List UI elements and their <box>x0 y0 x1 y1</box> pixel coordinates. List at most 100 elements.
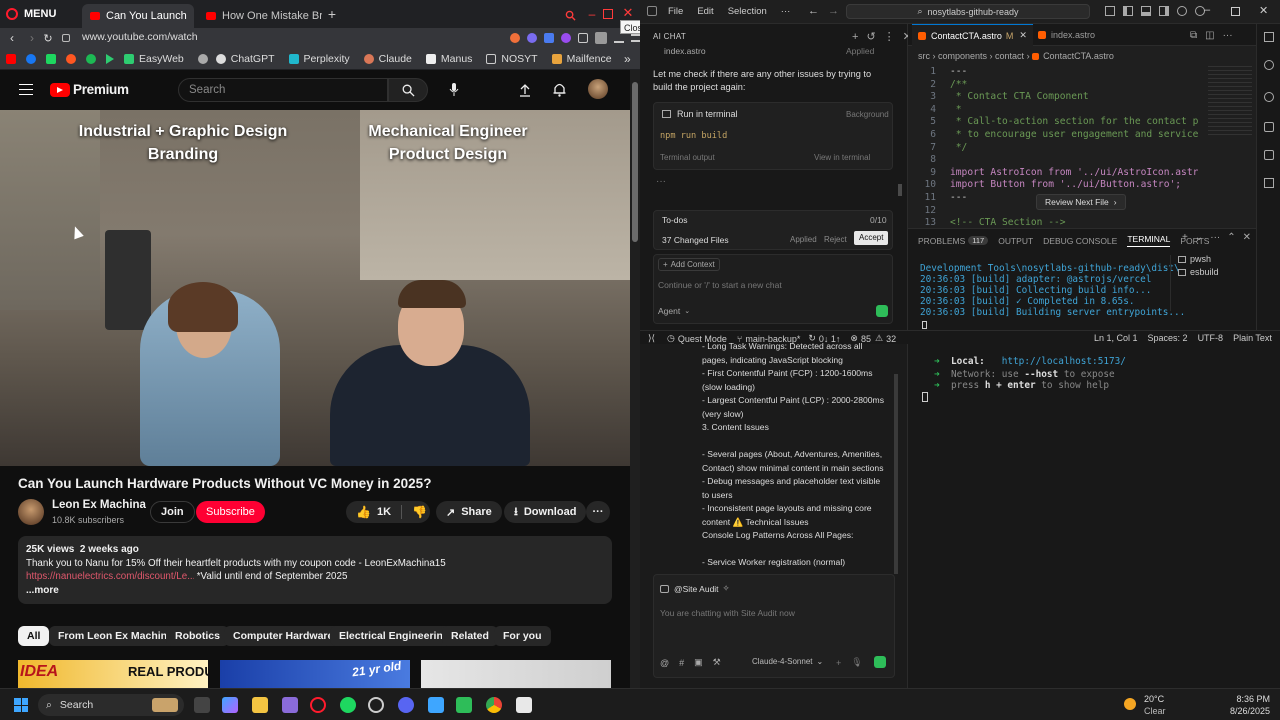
back-icon[interactable]: ‹ <box>6 31 18 45</box>
task-view-icon[interactable] <box>194 697 210 713</box>
chip-all[interactable]: All <box>18 626 50 646</box>
file-explorer-icon[interactable] <box>252 697 268 713</box>
nav-forward-icon[interactable]: → <box>828 5 839 17</box>
search-button[interactable] <box>388 78 428 102</box>
toggle-panel-icon[interactable] <box>1141 6 1151 16</box>
model-select[interactable]: Claude-4-Sonnet ⌄ <box>752 657 823 666</box>
more-actions-icon[interactable]: ··· <box>1223 30 1233 41</box>
more-icon[interactable]: ⋮ <box>884 30 895 43</box>
close-window-icon[interactable]: ✕ <box>622 5 634 20</box>
taskbar-search[interactable]: ⌕ Search <box>38 694 184 716</box>
new-terminal-icon[interactable]: + <box>1182 232 1188 243</box>
chip-computer-hardware[interactable]: Computer Hardware <box>224 626 343 646</box>
terminal-output-toggle[interactable]: Terminal output <box>660 153 715 162</box>
code-line[interactable]: 3 * Contact CTA Component <box>908 91 1088 104</box>
reload-icon[interactable]: ↻ <box>42 31 54 45</box>
review-next-file-button[interactable]: Review Next File › <box>1036 194 1126 210</box>
thumbnail-2[interactable]: 21 yr old <box>220 660 410 688</box>
download-button[interactable]: ⭳ Download <box>504 501 587 523</box>
code-line[interactable]: 7 */ <box>908 142 967 155</box>
reddit-bookmark-icon[interactable] <box>66 54 76 64</box>
tab-index[interactable]: index.astro <box>1032 24 1101 46</box>
todos-toggle[interactable]: To-dos <box>662 215 688 225</box>
view-in-terminal-link[interactable]: View in terminal <box>814 153 870 162</box>
explorer-icon[interactable] <box>1264 32 1274 42</box>
minimize-icon[interactable]: – <box>585 7 599 21</box>
layout-panel-icon[interactable] <box>1105 6 1115 16</box>
copilot-icon[interactable] <box>222 697 238 713</box>
clock-date[interactable]: 8/26/2025 <box>1208 706 1270 716</box>
code-line[interactable]: 9 import AstroIcon from '../ui/AstroIcon.… <box>908 167 1198 180</box>
indentation[interactable]: Spaces: 2 <box>1148 333 1188 343</box>
send-button[interactable] <box>876 305 888 317</box>
show-more-link[interactable]: ...more <box>26 585 59 596</box>
notepad-icon[interactable] <box>428 697 444 713</box>
chip-robotics[interactable]: Robotics <box>166 626 229 646</box>
extension-fox-icon[interactable] <box>510 33 520 43</box>
page-scrollbar[interactable] <box>630 70 640 688</box>
cursor-position[interactable]: Ln 1, Col 1 <box>1094 333 1138 343</box>
breadcrumb-components[interactable]: components <box>938 51 987 61</box>
minimap[interactable] <box>1208 66 1252 136</box>
app-ring-icon[interactable] <box>368 697 384 713</box>
terminal-dropdown-icon[interactable]: ⌄ <box>1195 232 1203 243</box>
mention-icon[interactable]: @ <box>660 658 669 668</box>
code-line[interactable]: 10 import Button from '../ui/Button.astro… <box>908 179 1181 192</box>
thumbs-down-icon[interactable]: 👎 <box>412 505 427 519</box>
code-line[interactable]: 8 <box>908 154 950 167</box>
window-maximize-icon[interactable] <box>1231 7 1240 16</box>
like-button[interactable]: 👍 1K <box>356 505 391 519</box>
tab-youtube-active[interactable]: Can You Launch Hard <box>82 4 194 28</box>
channel-name[interactable]: Leon Ex Machina <box>52 499 146 511</box>
search-input[interactable]: Search <box>178 78 388 102</box>
thumbnail-1[interactable]: IDEA REAL PRODUCT! <box>18 660 208 688</box>
play-bookmark-icon[interactable] <box>106 54 114 64</box>
start-button[interactable] <box>14 698 28 712</box>
weather-temp[interactable]: 20°C <box>1144 694 1164 704</box>
bookmark-nosyt[interactable]: NOSYT <box>486 53 538 65</box>
menu-edit[interactable]: Edit <box>697 6 713 17</box>
bookmark-perplexity[interactable]: Perplexity <box>288 53 350 65</box>
applied-button[interactable]: Applied <box>790 235 817 244</box>
terminal-output[interactable]: Development Tools\nosytlabs-github-ready… <box>920 263 1185 318</box>
extensions-icon[interactable] <box>1264 122 1274 132</box>
code-line[interactable]: 1 --- <box>908 66 967 79</box>
code-line[interactable]: 13 <!-- CTA Section --> <box>908 217 1065 226</box>
terminal-session-esbuild[interactable]: esbuild <box>1178 267 1219 277</box>
bookmark-chatgpt[interactable]: ChatGPT <box>215 53 275 65</box>
close-panel-icon[interactable]: ✕ <box>1243 232 1251 243</box>
facebook-bookmark-icon[interactable] <box>26 54 36 64</box>
close-tab-icon[interactable]: ✕ <box>1019 30 1027 41</box>
hash-icon[interactable]: # <box>679 658 684 668</box>
more-actions-button[interactable]: ··· <box>586 501 610 523</box>
code-line[interactable]: 12 <box>908 205 950 218</box>
panel-tab-problems[interactable]: PROBLEMS 117 <box>918 236 989 246</box>
join-button[interactable]: Join <box>150 501 195 523</box>
add-icon[interactable]: + <box>836 658 841 668</box>
local-url[interactable]: http://localhost:5173/ <box>1002 356 1126 367</box>
chip-related[interactable]: Related <box>442 626 498 646</box>
search-view-icon[interactable] <box>1264 60 1274 70</box>
chip-for-you[interactable]: For you <box>494 626 551 646</box>
dev-server-terminal[interactable]: ➜ Local: http://localhost:5173/ ➜ Networ… <box>908 344 1280 688</box>
maximize-panel-icon[interactable]: ⌃ <box>1227 232 1235 243</box>
toggle-secondary-sidebar-icon[interactable] <box>1159 6 1169 16</box>
profile-avatar-icon[interactable] <box>595 32 607 44</box>
opera-taskbar-icon[interactable] <box>310 697 326 713</box>
breadcrumb-src[interactable]: src <box>918 51 930 61</box>
toggle-sidebar-icon[interactable] <box>1123 6 1133 16</box>
gear-icon[interactable] <box>1264 150 1274 160</box>
description-link[interactable]: https://nanuelectrics.com/discount/Le... <box>26 571 194 582</box>
menu-file[interactable]: File <box>668 6 683 17</box>
terminal-app-icon[interactable] <box>456 697 472 713</box>
breadcrumb-file[interactable]: ContactCTA.astro <box>1043 51 1114 61</box>
code-line[interactable]: 11 --- <box>908 192 967 205</box>
clock-time[interactable]: 8:36 PM <box>1208 694 1270 704</box>
chip-electrical-engineering[interactable]: Electrical Engineering <box>330 626 459 646</box>
remote-icon[interactable]: ⟩⟨ <box>648 333 655 344</box>
create-upload-button[interactable] <box>518 82 532 98</box>
nav-back-icon[interactable]: ← <box>808 5 819 17</box>
subscribe-button[interactable]: Subscribe <box>196 501 265 523</box>
panel-tab-debug-console[interactable]: DEBUG CONSOLE <box>1043 236 1117 246</box>
url-field[interactable]: www.youtube.com/watch <box>82 31 198 43</box>
